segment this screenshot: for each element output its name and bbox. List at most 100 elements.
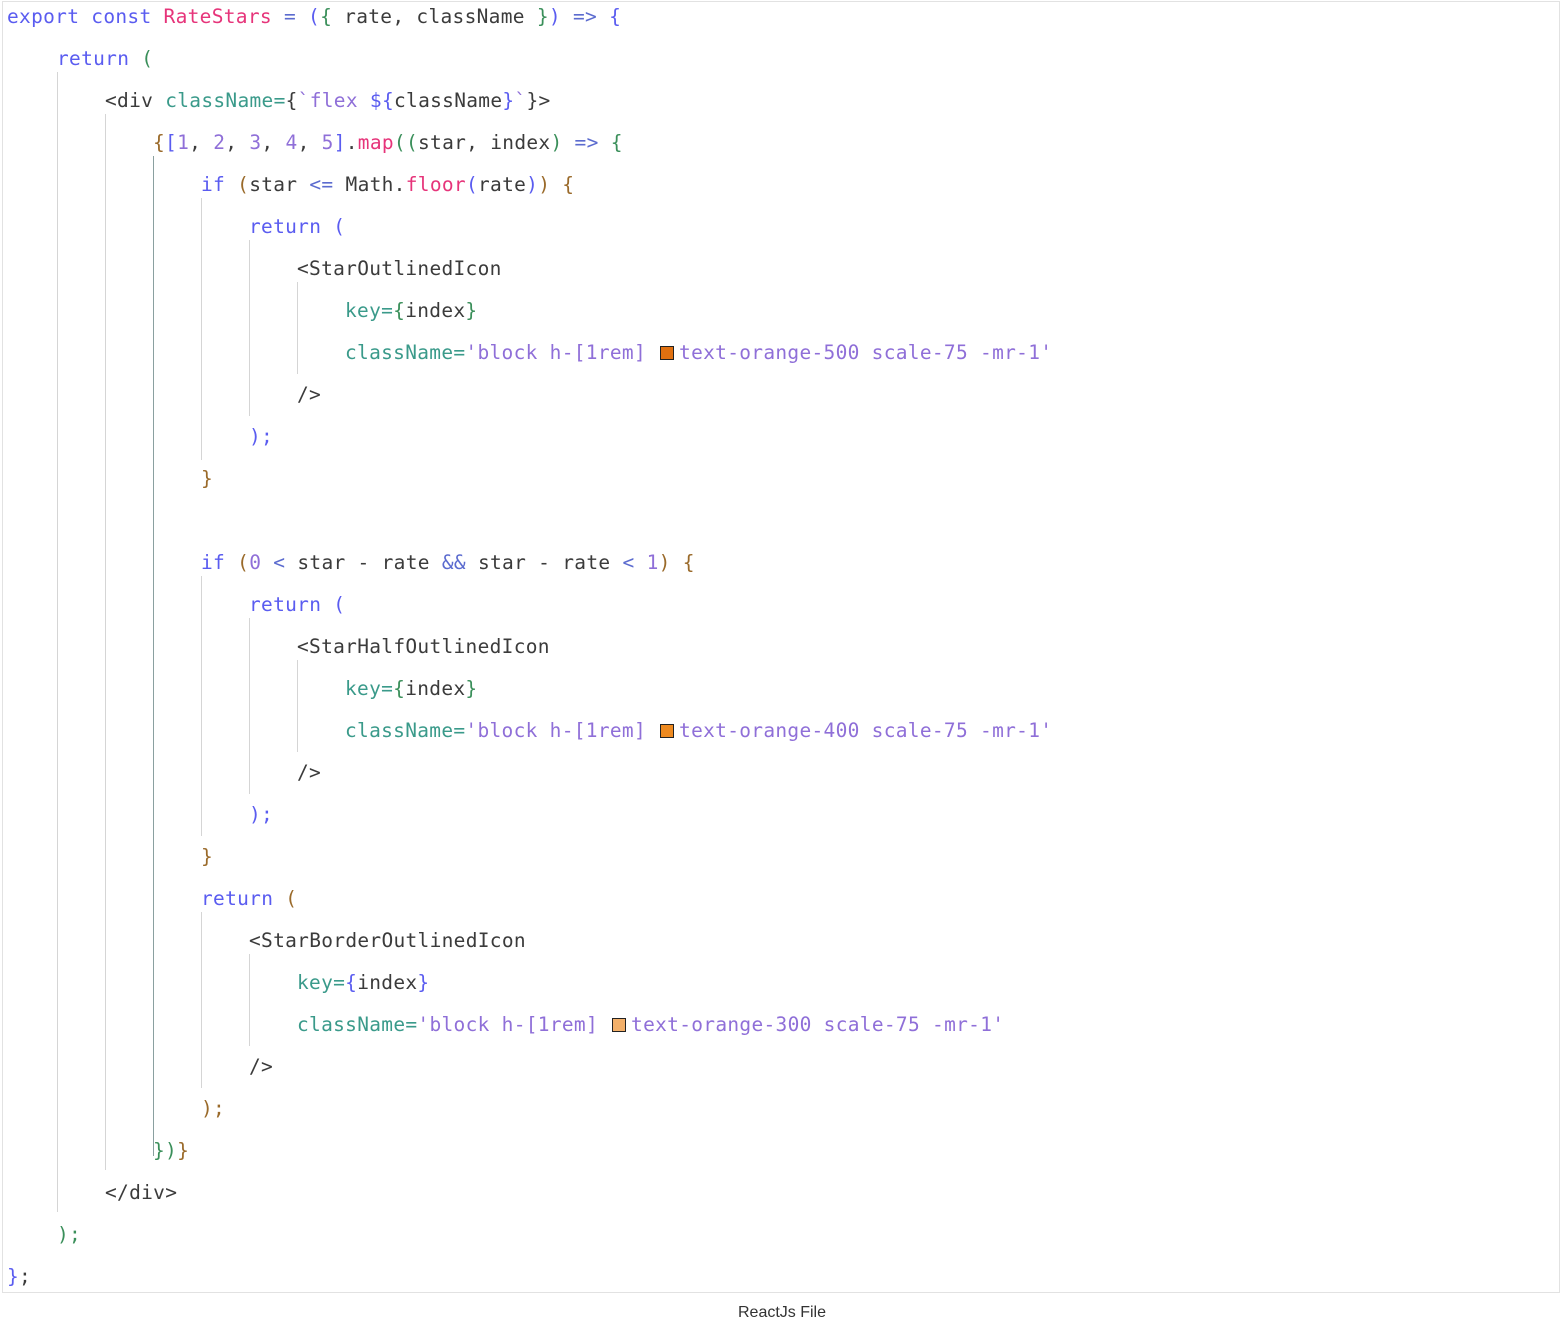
brace-close: } — [465, 299, 478, 322]
keyword-return: return — [249, 593, 322, 616]
jsx-tag-close: /> — [297, 761, 322, 784]
template-string: flex — [309, 89, 370, 112]
jsx-tag-close: </div> — [105, 1181, 178, 1204]
code-line-17[interactable]: className='block h-[1rem] text-orange-40… — [345, 717, 1052, 745]
comma: , — [189, 131, 214, 154]
string-literal: text-orange-400 scale-75 -mr-1' — [679, 719, 1053, 742]
code-line-29[interactable]: ); — [57, 1221, 81, 1249]
paren-close: ) — [165, 1139, 178, 1162]
code-line-13[interactable]: if (0 < star - rate && star - rate < 1) … — [201, 549, 695, 577]
code-line-4[interactable]: {[1, 2, 3, 4, 5].map((star, index) => { — [153, 129, 623, 157]
code-line-3[interactable]: <div className={`flex ${className}`}> — [105, 87, 551, 115]
code-line-26[interactable]: ); — [201, 1095, 225, 1123]
code-line-24[interactable]: className='block h-[1rem] text-orange-30… — [297, 1011, 1004, 1039]
code-line-10[interactable]: /> — [297, 381, 321, 409]
jsx-attr: key= — [297, 971, 346, 994]
expression: star - rate — [465, 551, 623, 574]
code-line-11[interactable]: ); — [249, 423, 273, 451]
operator: <= — [309, 173, 334, 196]
color-swatch-orange-400[interactable] — [660, 724, 675, 738]
string-literal: text-orange-500 scale-75 -mr-1' — [679, 341, 1053, 364]
code-line-9[interactable]: className='block h-[1rem] text-orange-50… — [345, 339, 1052, 367]
code-line-22[interactable]: <StarBorderOutlinedIcon — [249, 927, 526, 955]
code-line-18[interactable]: /> — [297, 759, 321, 787]
jsx-tag: <StarHalfOutlinedIcon — [297, 635, 550, 658]
paren-open: (( — [393, 131, 419, 154]
indent-guide-active — [153, 156, 154, 1156]
brace-close: } — [201, 467, 214, 490]
indent-guide — [297, 660, 298, 752]
color-swatch-orange-500[interactable] — [660, 346, 675, 360]
code-line-7[interactable]: <StarOutlinedIcon — [297, 255, 502, 283]
punctuation: ); — [57, 1223, 82, 1246]
code-line-21[interactable]: return ( — [201, 885, 297, 913]
code-line-19[interactable]: ); — [249, 801, 273, 829]
indent-guide — [249, 240, 250, 416]
string-literal: 'block h-[1rem] — [465, 341, 659, 364]
jsx-tag-close: /> — [249, 1055, 274, 1078]
code-line-30[interactable]: }; — [7, 1263, 31, 1291]
brace-open: { — [285, 89, 298, 112]
code-line-8[interactable]: key={index} — [345, 297, 477, 325]
code-line-16[interactable]: key={index} — [345, 675, 477, 703]
identifier: index — [405, 677, 466, 700]
dot: . — [345, 131, 358, 154]
body-brace: { — [550, 173, 575, 196]
code-line-14[interactable]: return ( — [249, 591, 345, 619]
code-line-28[interactable]: </div> — [105, 1179, 177, 1207]
brace-open: { — [153, 131, 166, 154]
code-line-23[interactable]: key={index} — [297, 969, 429, 997]
number: 4 — [285, 131, 298, 154]
code-line-1[interactable]: export const RateStars = ({ rate, classN… — [7, 3, 621, 31]
keyword-return: return — [57, 47, 130, 70]
code-line-15[interactable]: <StarHalfOutlinedIcon — [297, 633, 550, 661]
component-name: RateStars — [163, 5, 272, 28]
keyword-if: if — [201, 173, 226, 196]
paren-open: ( — [321, 593, 346, 616]
code-line-25[interactable]: /> — [249, 1053, 273, 1081]
paren-close: ) — [658, 551, 671, 574]
string-literal: 'block h-[1rem] — [465, 719, 659, 742]
comma: , — [261, 131, 286, 154]
brace-close: } — [177, 1139, 190, 1162]
brace-open: { — [345, 971, 358, 994]
punctuation: ); — [201, 1097, 226, 1120]
identifier: Math. — [333, 173, 406, 196]
jsx-attr: key= — [345, 677, 394, 700]
jsx-attr: key= — [345, 299, 394, 322]
paren-open: ( — [308, 5, 321, 28]
array-open: [ — [165, 131, 178, 154]
operator-assign: = — [271, 5, 309, 28]
number: 0 — [249, 551, 262, 574]
code-line-2[interactable]: return ( — [57, 45, 153, 73]
interp-var: className — [394, 89, 503, 112]
paren-close: ) — [550, 131, 563, 154]
expression: star - rate — [297, 551, 442, 574]
jsx-attr: className= — [165, 89, 286, 112]
paren-open: ( — [465, 173, 478, 196]
body-brace: { — [670, 551, 695, 574]
comma: , — [225, 131, 250, 154]
jsx-attr: className= — [297, 1013, 418, 1036]
arrow: => — [560, 5, 610, 28]
code-line-5[interactable]: if (star <= Math.floor(rate)) { — [201, 171, 574, 199]
brace-close: } — [153, 1139, 166, 1162]
code-editor[interactable]: export const RateStars = ({ rate, classN… — [2, 1, 1560, 1293]
code-line-12[interactable]: } — [201, 465, 213, 493]
punctuation: ); — [249, 803, 274, 826]
string-literal: 'block h-[1rem] — [417, 1013, 611, 1036]
brace-close: } — [465, 677, 478, 700]
arrow: => — [562, 131, 611, 154]
identifier: index — [405, 299, 466, 322]
params: rate, className — [332, 5, 537, 28]
jsx-attr: className= — [345, 719, 466, 742]
code-line-6[interactable]: return ( — [249, 213, 345, 241]
color-swatch-orange-300[interactable] — [612, 1018, 627, 1032]
jsx-tag: <StarBorderOutlinedIcon — [249, 929, 526, 952]
code-line-27[interactable]: })} — [153, 1137, 189, 1165]
paren-close: ) — [526, 173, 539, 196]
method-map: map — [357, 131, 394, 154]
code-line-20[interactable]: } — [201, 843, 213, 871]
paren-open: ( — [129, 47, 154, 70]
